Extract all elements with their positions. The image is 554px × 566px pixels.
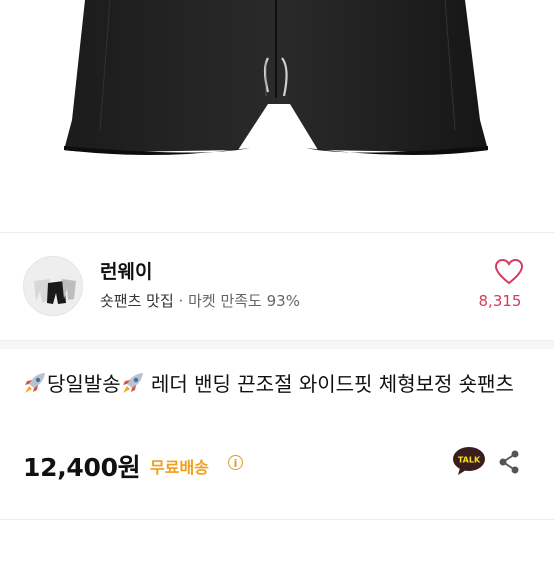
section-separator [0,340,554,349]
title-text: 당일발송 [47,372,121,396]
market-satisfaction: 마켓 만족도 93% [188,292,300,310]
divider [0,232,554,233]
heart-icon[interactable] [494,258,524,286]
price: 12,400원 [23,453,141,482]
product-title: 당일발송 레더 밴딩 끈조절 와이드핏 체형보정 숏팬츠 [23,370,533,398]
shorts-image [64,0,488,155]
rocket-icon [23,372,47,394]
title-rest: 레더 밴딩 끈조절 와이드핏 체형보정 숏팬츠 [144,372,514,396]
seller-avatar[interactable] [23,256,83,316]
free-shipping-label: 무료배송 [150,458,209,477]
divider [0,519,554,520]
product-image[interactable] [0,0,554,232]
seller-meta: 숏팬츠 맛집 · 마켓 만족도 93% [100,290,300,311]
seller-name[interactable]: 런웨이 [100,257,152,284]
talk-badge-text: TALK [458,456,481,465]
avatar-image [24,257,82,315]
seller-tagline: 숏팬츠 맛집 [100,292,174,310]
info-icon[interactable]: i [228,455,243,470]
next-section-cutoff [23,536,533,566]
meta-separator: · [173,292,189,310]
rocket-icon [121,372,145,394]
kakaotalk-icon[interactable]: TALK [452,446,486,476]
like-count: 8,315 [478,292,522,310]
share-icon[interactable] [498,450,520,474]
